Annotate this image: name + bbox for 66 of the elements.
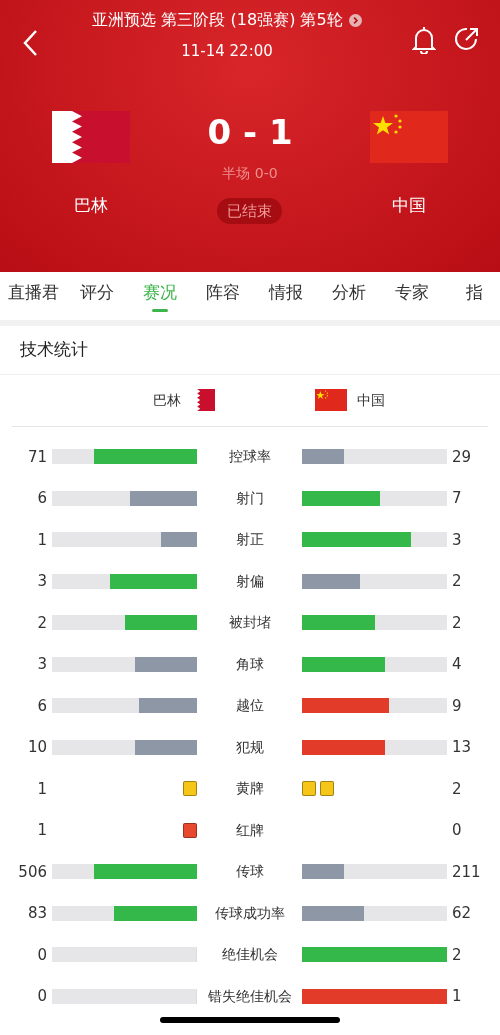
- stat-label: 传球成功率: [213, 903, 286, 923]
- stat-value: 2: [451, 571, 462, 593]
- score: 0 - 1: [207, 114, 293, 149]
- stat-value: 71: [26, 446, 48, 468]
- stat-label: 射门: [234, 488, 265, 508]
- stat-value: 2: [451, 944, 462, 966]
- flag-icon: [370, 110, 448, 163]
- tab[interactable]: 评分: [65, 271, 128, 321]
- stat-value: 506: [17, 861, 48, 883]
- stat-value: 3: [36, 654, 48, 676]
- stat-value: 62: [451, 903, 472, 925]
- stat-value: 0: [36, 986, 48, 1008]
- half-time-score: 半场 0-0: [222, 163, 278, 183]
- chevron-right-icon[interactable]: [348, 13, 362, 27]
- stat-value: 3: [451, 529, 462, 551]
- flag-icon: [315, 389, 347, 412]
- stat-value: 2: [451, 778, 462, 800]
- tab[interactable]: 情报: [254, 271, 317, 321]
- tab[interactable]: 直播君: [2, 271, 65, 321]
- stat-value: 3: [36, 571, 48, 593]
- stat-value: 9: [451, 695, 462, 717]
- tab[interactable]: 专家: [380, 271, 443, 321]
- stat-value: 7: [451, 488, 462, 510]
- section-title: 技术统计: [20, 338, 88, 362]
- team-name: 中国: [392, 193, 426, 217]
- team-name: 巴林: [153, 390, 181, 410]
- stat-label: 黄牌: [234, 779, 265, 799]
- share-icon[interactable]: [454, 26, 480, 52]
- bell-icon[interactable]: [412, 26, 436, 54]
- stat-value: 1: [451, 986, 462, 1008]
- stat-value: 29: [451, 446, 472, 468]
- team-name: 中国: [357, 390, 385, 410]
- tab[interactable]: 阵容: [191, 271, 254, 321]
- tab[interactable]: 分析: [317, 271, 380, 321]
- stat-value: 10: [26, 737, 48, 759]
- stat-label: 射正: [234, 530, 265, 550]
- stat-value: 2: [36, 612, 48, 634]
- stat-label: 控球率: [227, 447, 272, 467]
- stat-label: 错失绝佳机会: [206, 986, 293, 1006]
- stat-label: 角球: [234, 654, 265, 674]
- stat-value: 1: [36, 529, 48, 551]
- stat-value: 13: [451, 737, 472, 759]
- flag-icon: [52, 110, 130, 163]
- stat-value: 1: [36, 778, 48, 800]
- tab[interactable]: 指: [443, 271, 500, 321]
- stat-value: 0: [36, 944, 48, 966]
- match-title: 亚洲预选 第三阶段 (18强赛) 第5轮: [92, 9, 343, 31]
- stat-value: 4: [451, 654, 462, 676]
- stat-label: 传球: [234, 862, 265, 882]
- stat-label: 越位: [234, 696, 265, 716]
- team-name: 巴林: [74, 193, 108, 217]
- stat-value: 6: [36, 695, 48, 717]
- stat-value: 2: [451, 612, 462, 634]
- stat-label: 被封堵: [227, 613, 272, 633]
- match-time: 11-14 22:00: [181, 41, 273, 62]
- stat-label: 犯规: [234, 737, 265, 757]
- stat-value: 1: [36, 820, 48, 842]
- stat-label: 绝佳机会: [220, 945, 279, 965]
- stat-value: 6: [36, 488, 48, 510]
- flag-icon: [191, 389, 215, 412]
- stat-value: 211: [451, 861, 481, 883]
- stat-value: 0: [451, 820, 462, 842]
- stat-label: 红牌: [234, 820, 265, 840]
- status-badge: 已结束: [217, 197, 283, 224]
- stat-value: 83: [26, 903, 48, 925]
- stat-label: 射偏: [234, 571, 265, 591]
